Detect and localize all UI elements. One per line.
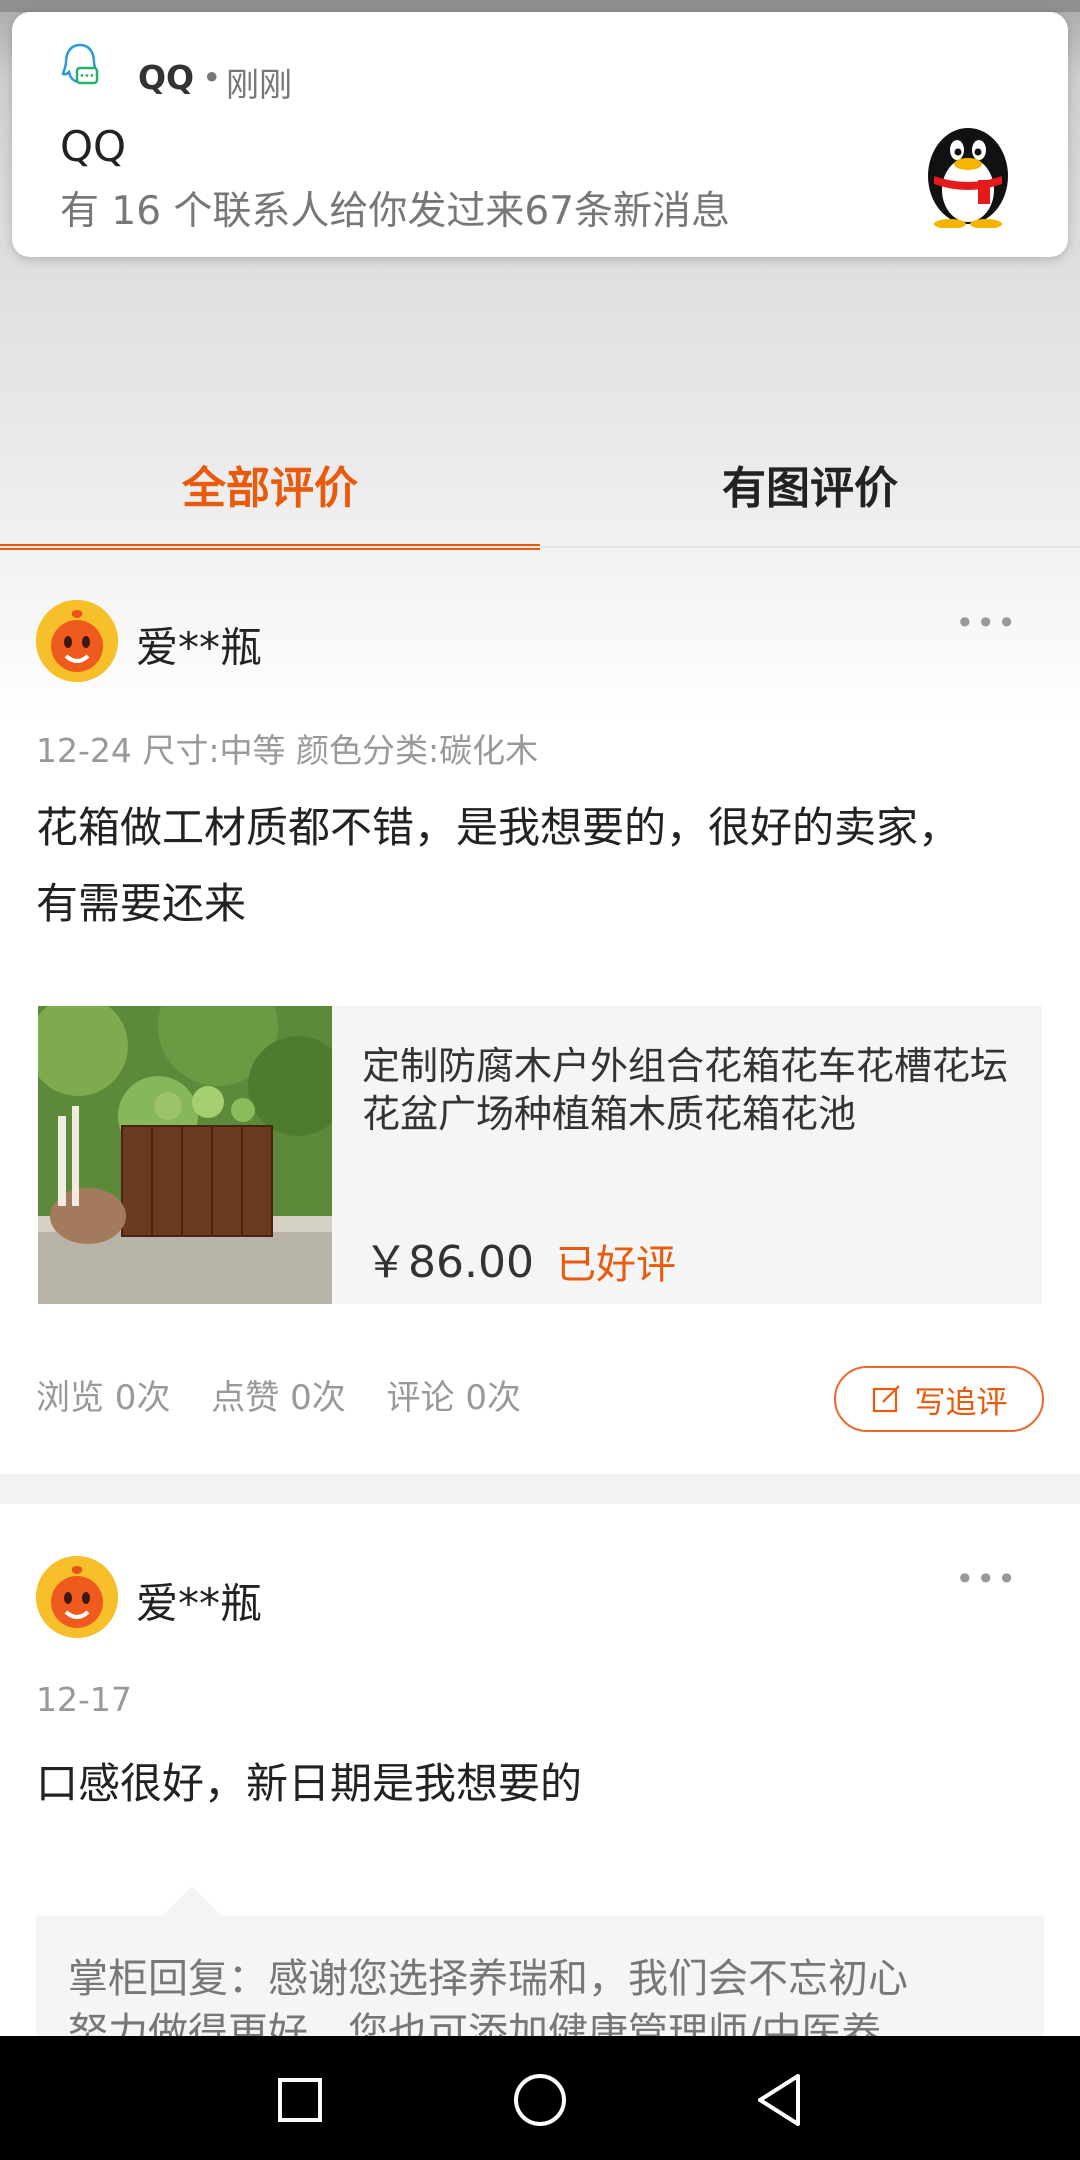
avatar-icon [36, 600, 118, 682]
comments-count[interactable]: 评论 0次 [387, 1378, 521, 1418]
product-photo [38, 1006, 332, 1304]
status-bar [0, 0, 1080, 12]
review-stats: 浏览 0次 点赞 0次 评论 0次 [36, 1370, 551, 1419]
seller-reply: 掌柜回复：感谢您选择养瑞和，我们会不忘初心 努力做得更好，您也可添加健康管理师/… [36, 1916, 1044, 2036]
tab-all-reviews[interactable]: 全部评价 [0, 420, 540, 548]
avatar[interactable] [36, 1556, 118, 1638]
likes-count[interactable]: 点赞 0次 [211, 1378, 345, 1418]
more-icon[interactable]: ••• [955, 1560, 1018, 1598]
qq-penguin-icon [928, 128, 1008, 228]
review-tabs: 全部评价 有图评价 [0, 420, 1080, 550]
notification-app-name: QQ [138, 58, 195, 97]
product-image[interactable] [38, 1006, 332, 1304]
avatar-icon [36, 1556, 118, 1638]
notification-time: 刚刚 [226, 65, 292, 104]
more-icon[interactable]: ••• [955, 604, 1018, 642]
section-separator [0, 1474, 1080, 1504]
write-follow-up-label: 写追评 [914, 1384, 1008, 1421]
review-meta: 12-24 尺寸:中等 颜色分类:碳化木 [36, 731, 539, 770]
notification-title: QQ [60, 122, 127, 171]
avatar[interactable] [36, 600, 118, 682]
review-username[interactable]: 爱**瓶 [136, 614, 262, 675]
review-content: 口感很好，新日期是我想要的 [36, 1759, 583, 1808]
review-content: 花箱做工材质都不错，是我想要的，很好的卖家， 有需要还来 [36, 790, 1046, 942]
review-username[interactable]: 爱**瓶 [136, 1570, 262, 1631]
write-follow-up-review-button[interactable]: 写追评 [834, 1366, 1044, 1432]
seller-reply-line: 掌柜回复：感谢您选择养瑞和，我们会不忘初心 [68, 1956, 908, 2002]
notification-message: 有 16 个联系人给你发过来67条新消息 [60, 189, 731, 234]
divider [0, 546, 1080, 548]
tab-photo-reviews[interactable]: 有图评价 [540, 420, 1080, 548]
square-nav-icon[interactable] [270, 2070, 330, 2130]
back-nav-icon[interactable] [750, 2070, 810, 2130]
review-content-line: 有需要还来 [36, 879, 247, 928]
qq-app-icon [61, 43, 99, 85]
reply-pointer [160, 1886, 224, 1918]
seller-reply-line: 努力做得更好，您也可添加健康管理师/中医养 [68, 2010, 882, 2036]
views-count: 浏览 0次 [36, 1378, 171, 1418]
review-status: 已好评 [556, 1242, 676, 1288]
qq-notification[interactable]: QQ • 刚刚 QQ 有 16 个联系人给你发过来67条新消息 [12, 12, 1068, 257]
review-content-line: 花箱做工材质都不错，是我想要的，很好的卖家， [36, 803, 961, 852]
product-title[interactable]: 定制防腐木户外组合花箱花车花槽花坛花盆广场种植箱木质花箱花池 [362, 1042, 1032, 1138]
notification-separator: • [202, 58, 222, 97]
edit-icon [872, 1385, 900, 1413]
product-price: ￥86.00 [364, 1237, 534, 1288]
review-meta: 12-17 [36, 1680, 132, 1719]
product-card[interactable]: 定制防腐木户外组合花箱花车花槽花坛花盆广场种植箱木质花箱花池 ￥86.00 已好… [38, 1006, 1042, 1304]
circle-nav-icon[interactable] [510, 2070, 570, 2130]
